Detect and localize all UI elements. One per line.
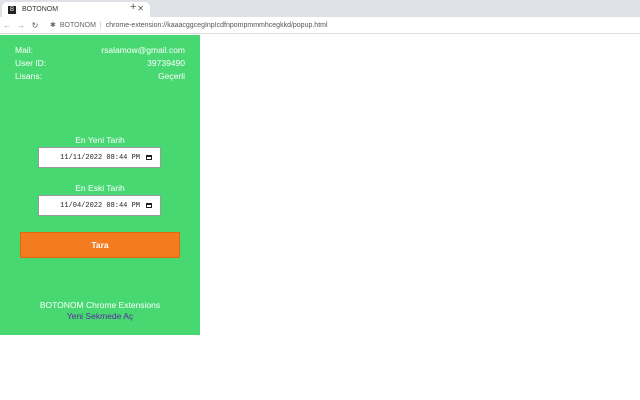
oldest-date-input[interactable]: 11/04/2022 08:44 PM [38, 195, 161, 216]
extension-icon: ✱ [50, 21, 56, 29]
calendar-icon[interactable] [146, 203, 152, 208]
oldest-date-label: En Eski Tarih [0, 183, 200, 193]
license-value: Geçerli [158, 71, 185, 81]
calendar-icon[interactable] [146, 155, 152, 160]
scan-button[interactable]: Tara [20, 232, 180, 258]
mail-label: Mail: [15, 45, 33, 55]
license-row: Lisans: Geçerli [15, 71, 185, 81]
new-tab-button[interactable]: + [130, 1, 136, 13]
newest-date-label: En Yeni Tarih [0, 135, 200, 145]
omnibox[interactable]: ✱ BOTONOM | chrome-extension://kaaacggce… [50, 21, 328, 29]
user-row: User ID: 39739490 [15, 58, 185, 68]
close-tab-icon[interactable]: ✕ [137, 4, 144, 13]
user-id-value: 39739490 [147, 58, 185, 68]
reload-icon[interactable]: ↻ [28, 21, 42, 30]
footer-title: BOTONOM Chrome Extensions [0, 300, 200, 310]
browser-tab[interactable]: B BOTONOM ✕ [2, 2, 150, 17]
tab-title: BOTONOM [22, 6, 58, 13]
site-name: BOTONOM [60, 22, 96, 29]
user-id-label: User ID: [15, 58, 46, 68]
license-label: Lisans: [15, 71, 42, 81]
mail-value: rsalamow@gmail.com [101, 45, 185, 55]
back-icon[interactable]: ← [0, 21, 14, 30]
divider: | [100, 22, 102, 29]
forward-icon[interactable]: → [14, 21, 28, 30]
oldest-date-value: 11/04/2022 08:44 PM [60, 202, 140, 210]
mail-row: Mail: rsalamow@gmail.com [15, 45, 185, 55]
favicon-icon: B [8, 6, 16, 14]
open-new-tab-link[interactable]: Yeni Sekmede Aç [0, 311, 200, 321]
address-bar: ← → ↻ ✱ BOTONOM | chrome-extension://kaa… [0, 17, 640, 34]
newest-date-input[interactable]: 11/11/2022 08:44 PM [38, 147, 161, 168]
url-text: chrome-extension://kaaacggcegInpIcdfnpom… [106, 22, 328, 29]
extension-popup: Mail: rsalamow@gmail.com User ID: 39739490… [0, 35, 200, 335]
tab-bar: B BOTONOM ✕ + [0, 0, 640, 17]
newest-date-value: 11/11/2022 08:44 PM [60, 154, 140, 162]
